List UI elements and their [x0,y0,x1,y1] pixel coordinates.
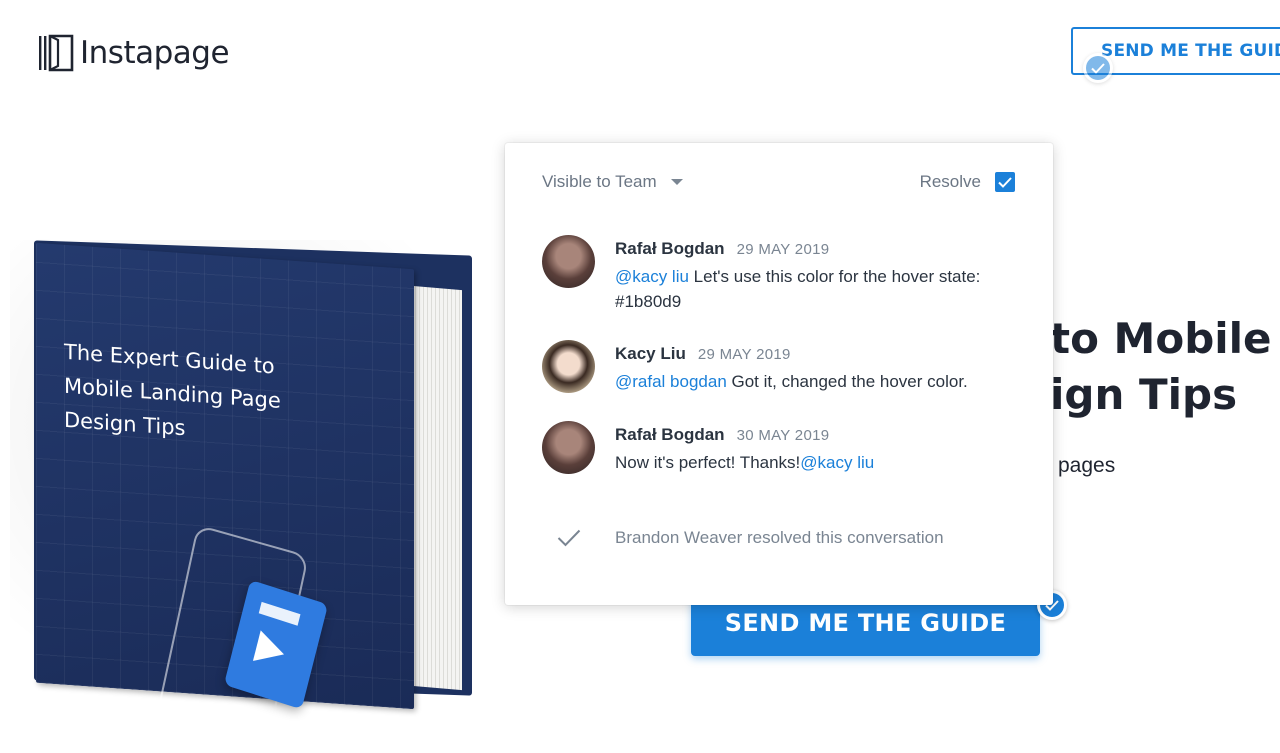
comment-item: Rafał Bogdan 29 MAY 2019 @kacy liu Let's… [542,235,1015,314]
avatar [542,421,595,474]
checkmark-icon [998,176,1012,188]
logo-text: Instapage [80,35,230,71]
comment-pin-check-icon[interactable] [1083,53,1113,83]
ebook-cover-image: The Expert Guide to Mobile Landing Page … [0,200,520,743]
comment-text: Now it's perfect! Thanks!@kacy liu [615,450,1015,475]
comment-text-body: Now it's perfect! Thanks! [615,453,801,472]
mention-link[interactable]: @rafal bogdan [615,372,727,391]
comment-author: Rafał Bogdan [615,239,725,258]
hero-subtext: pages [1058,454,1116,477]
comment-text: @kacy liu Let's use this color for the h… [615,264,1015,314]
comment-thread-popup: Visible to Team Resolve Rafał Bogdan 29 … [505,143,1053,605]
hero-heading-line-2: ign Tips [1050,370,1238,419]
resolve-control[interactable]: Resolve [920,172,1015,192]
resolve-label: Resolve [919,172,981,191]
comment-item: Kacy Liu 29 MAY 2019 @rafal bogdan Got i… [542,340,1015,394]
comment-text: @rafal bogdan Got it, changed the hover … [615,369,1015,394]
hero-heading-line-1: to Mobile [1050,314,1272,363]
resolved-status: Brandon Weaver resolved this conversatio… [557,528,944,548]
book-title: The Expert Guide to Mobile Landing Page … [64,335,281,452]
mention-link[interactable]: @kacy liu [800,453,874,472]
comment-date: 29 MAY 2019 [736,241,830,258]
checkmark-icon [557,529,581,547]
comment-author: Rafał Bogdan [615,425,725,444]
instapage-logo[interactable]: Instapage [38,34,230,72]
book-pages [412,285,462,691]
book-cover: The Expert Guide to Mobile Landing Page … [36,242,414,743]
comment-item: Rafał Bogdan 30 MAY 2019 Now it's perfec… [542,421,1015,475]
comment-text-body: Got it, changed the hover color. [726,372,968,391]
visibility-label: Visible to Team [542,172,657,191]
avatar [542,340,595,393]
caret-down-icon [670,179,683,185]
instapage-logo-mark-icon [38,34,74,72]
resolve-checkbox[interactable] [995,172,1015,192]
resolved-text: Brandon Weaver resolved this conversatio… [615,528,944,547]
avatar [542,235,595,288]
mention-link[interactable]: @kacy liu [615,267,689,286]
visibility-dropdown[interactable]: Visible to Team [542,172,683,192]
comment-date: 29 MAY 2019 [697,346,791,363]
comment-date: 30 MAY 2019 [736,427,830,444]
comment-author: Kacy Liu [615,344,686,363]
